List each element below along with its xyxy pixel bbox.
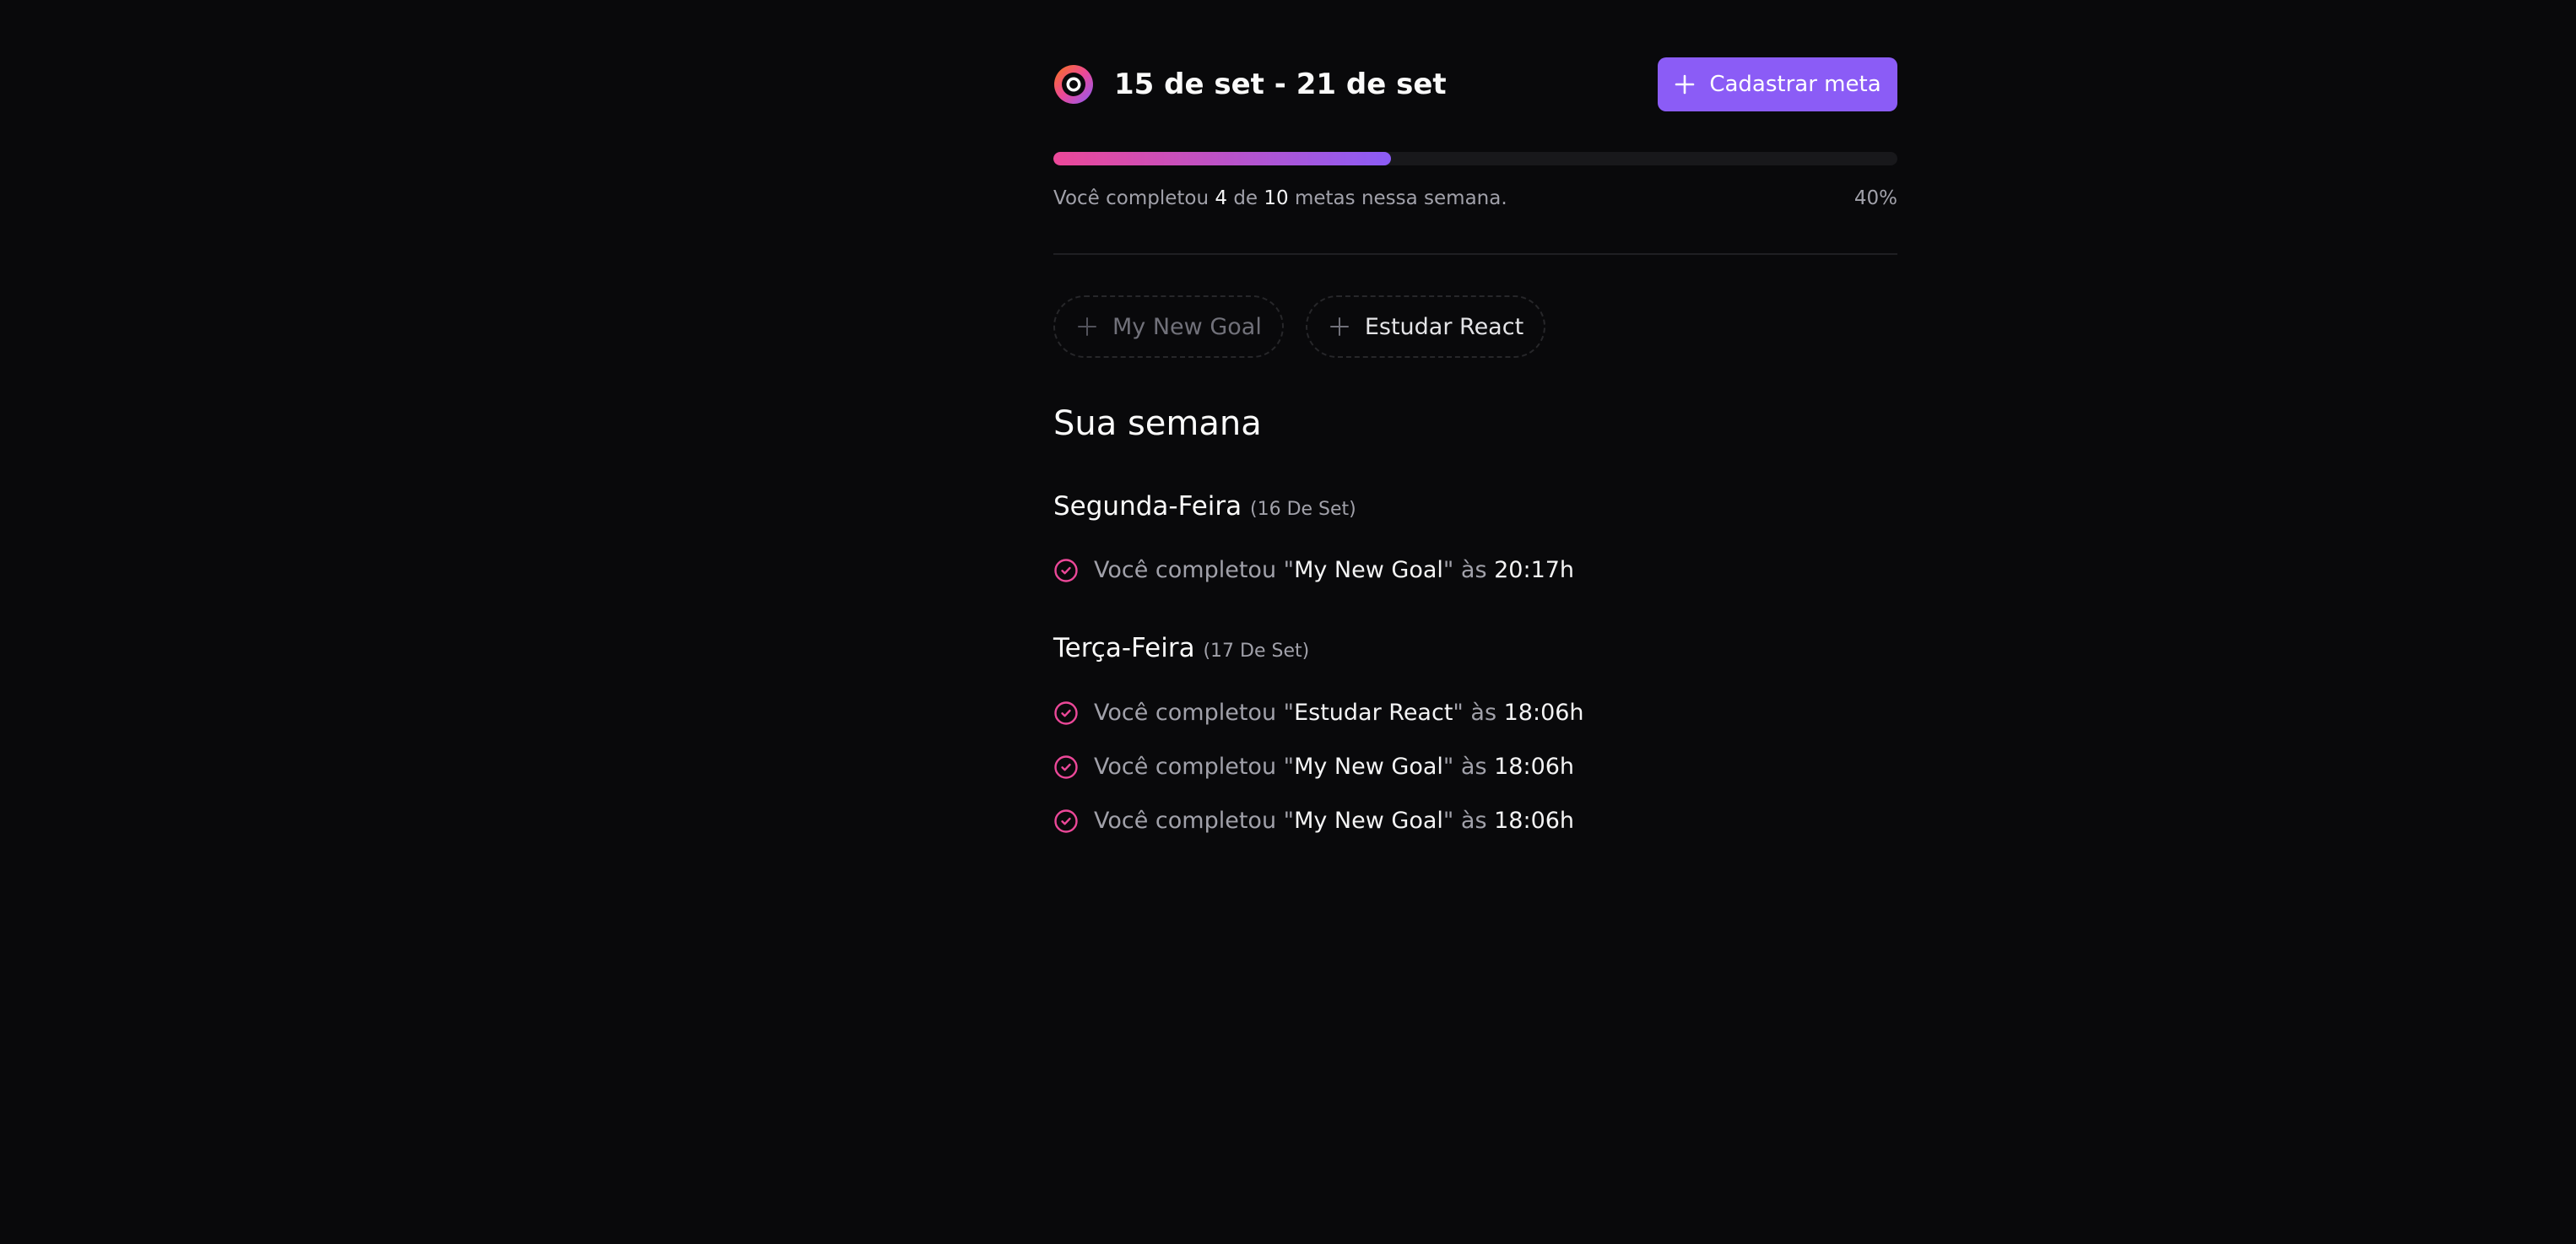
plus-icon <box>1675 74 1695 95</box>
entry-time: 18:06h <box>1494 808 1575 834</box>
progress-suffix: metas nessa semana. <box>1294 187 1507 209</box>
plus-icon <box>1078 317 1096 336</box>
entry-goal: Estudar React <box>1294 700 1453 726</box>
entry-prefix: Você completou " <box>1094 808 1295 834</box>
circle-check-icon <box>1054 809 1078 833</box>
entry-prefix: Você completou " <box>1094 700 1295 726</box>
progress-percent: 40% <box>1854 187 1897 209</box>
entry-text: Você completou "My New Goal" às 20:17h <box>1094 555 1574 586</box>
completion-entry: Você completou "My New Goal" às 18:06h <box>1053 752 1574 782</box>
goal-chip-my-new-goal[interactable]: My New Goal <box>1053 295 1284 358</box>
week-range-title: 15 de set - 21 de set <box>1114 68 1447 101</box>
day-weekday: Terça-Feira <box>1053 633 1195 663</box>
progress-fill <box>1053 152 1391 165</box>
entry-time: 20:17h <box>1494 557 1575 583</box>
entry-text: Você completou "My New Goal" às 18:06h <box>1094 752 1574 782</box>
goal-chip-label: My New Goal <box>1112 313 1262 340</box>
goal-chip-label: Estudar React <box>1364 313 1524 340</box>
circle-check-icon <box>1054 559 1078 582</box>
day-weekday: Segunda-Feira <box>1053 491 1242 522</box>
day-date: (17 De Set) <box>1203 641 1310 662</box>
progress-summary: Você completou 4 de 10 metas nessa seman… <box>1053 186 1897 211</box>
entry-text: Você completou "My New Goal" às 18:06h <box>1094 806 1574 836</box>
day-heading: Segunda-Feira (16 De Set) <box>1053 489 1356 527</box>
entry-text: Você completou "Estudar React" às 18:06h <box>1094 698 1584 728</box>
completion-entry: Você completou "Estudar React" às 18:06h <box>1053 698 1584 728</box>
create-goal-label: Cadastrar meta <box>1709 72 1881 97</box>
circle-check-icon <box>1054 755 1078 779</box>
section-title: Sua semana <box>1053 404 1262 443</box>
divider <box>1053 253 1897 255</box>
header: 15 de set - 21 de set Cadastrar meta <box>1053 57 1897 111</box>
entry-time: 18:06h <box>1494 754 1575 780</box>
create-goal-button[interactable]: Cadastrar meta <box>1658 57 1897 111</box>
entry-goal: My New Goal <box>1294 754 1443 780</box>
entry-middle: " às <box>1442 808 1495 834</box>
entry-middle: " às <box>1442 754 1495 780</box>
entry-prefix: Você completou " <box>1094 557 1295 583</box>
entry-goal: My New Goal <box>1294 557 1443 583</box>
circle-check-icon <box>1054 701 1078 725</box>
completed-count: 4 <box>1215 187 1228 209</box>
entry-goal: My New Goal <box>1294 808 1443 834</box>
app-logo-icon <box>1054 65 1093 104</box>
day-date: (16 De Set) <box>1250 499 1356 520</box>
plus-icon <box>1329 317 1349 336</box>
completion-entry: Você completou "My New Goal" às 20:17h <box>1053 555 1574 586</box>
progress-bar <box>1053 152 1897 165</box>
progress-connector: de <box>1233 187 1258 209</box>
goal-chip-estudar-react[interactable]: Estudar React <box>1305 295 1546 358</box>
pending-goals: My New Goal Estudar React <box>1053 295 1546 358</box>
day-heading: Terça-Feira (17 De Set) <box>1053 631 1309 668</box>
completion-entry: Você completou "My New Goal" às 18:06h <box>1053 806 1574 836</box>
total-count: 10 <box>1264 187 1289 209</box>
entry-prefix: Você completou " <box>1094 754 1295 780</box>
entry-middle: " às <box>1442 557 1495 583</box>
entry-time: 18:06h <box>1503 700 1584 726</box>
progress-text: Você completou 4 de 10 metas nessa seman… <box>1053 186 1507 211</box>
entry-middle: " às <box>1453 700 1504 726</box>
progress-prefix: Você completou <box>1053 187 1210 209</box>
